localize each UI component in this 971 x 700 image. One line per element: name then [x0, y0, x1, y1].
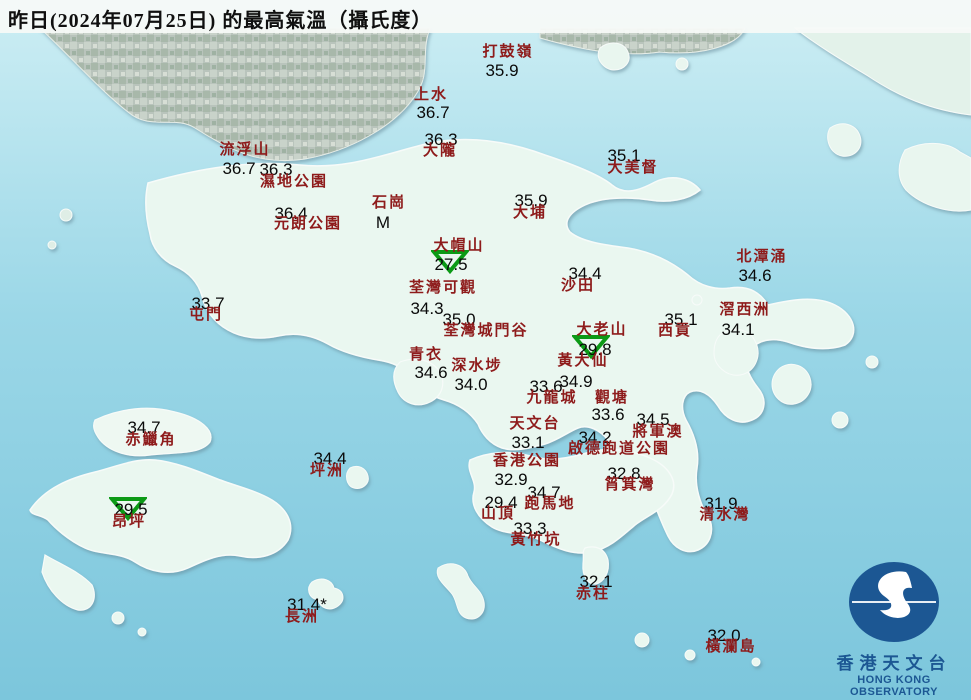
hko-logo: 香港天文台 HONG KONG OBSERVATORY	[819, 560, 969, 698]
station-label: 石崗	[372, 196, 406, 211]
station-value: 36.7	[222, 160, 255, 177]
station-label: 將軍澳	[632, 425, 683, 440]
station-label: 天文台	[509, 417, 560, 432]
station-label: 深水埗	[451, 359, 502, 374]
station-label: 黃竹坑	[510, 533, 561, 548]
station-label: 荃灣可觀	[409, 281, 477, 296]
station-label: 筲箕灣	[604, 478, 655, 493]
station-label: 大埔	[513, 206, 547, 221]
station-label: 九龍城	[526, 391, 577, 406]
station-value: 34.1	[721, 321, 754, 338]
station-label: 山頂	[481, 507, 515, 522]
station-label: 赤柱	[576, 587, 610, 602]
station-label: 滘西洲	[719, 303, 770, 318]
station-label: 大美督	[607, 161, 658, 176]
station-label: 跑馬地	[524, 497, 575, 512]
station-label: 大老山	[576, 323, 627, 338]
station-label: 西貢	[658, 324, 692, 339]
station-label: 長洲	[285, 610, 319, 625]
station-value: 34.6	[414, 364, 447, 381]
station-value: M	[376, 214, 390, 231]
station-label: 屯門	[189, 308, 223, 323]
station-value: 36.7	[416, 104, 449, 121]
station-label: 打鼓嶺	[482, 45, 533, 60]
station-value: 33.6	[591, 406, 624, 423]
station-value: 33.1	[511, 434, 544, 451]
station-label: 清水灣	[699, 508, 750, 523]
station-label: 流浮山	[219, 143, 270, 158]
hko-logo-icon	[846, 560, 942, 644]
station-value: 34.3	[410, 300, 443, 317]
station-label: 濕地公園	[260, 175, 328, 190]
station-label: 香港公園	[493, 454, 561, 469]
hko-logo-chinese: 香港天文台	[819, 649, 969, 674]
hko-temperature-map: 昨日(2024年07月25日) 的最高氣溫（攝氏度） 35.9打鼓嶺36.7上水…	[0, 0, 971, 700]
station-label: 大隴	[423, 144, 457, 159]
station-label: 啟德跑道公園	[568, 442, 670, 457]
station-label: 大帽山	[433, 239, 484, 254]
station-value: 34.6	[738, 267, 771, 284]
station-label: 橫瀾島	[705, 640, 756, 655]
station-value: 27.5	[434, 256, 467, 273]
station-value: 34.0	[454, 376, 487, 393]
hko-logo-english: HONG KONG OBSERVATORY	[819, 674, 969, 698]
station-value: 32.9	[494, 471, 527, 488]
station-label: 赤鱲角	[125, 433, 176, 448]
station-label: 坪洲	[310, 464, 344, 479]
station-label: 元朗公園	[274, 217, 342, 232]
station-label: 北潭涌	[736, 250, 787, 265]
station-label: 黃大仙	[557, 354, 608, 369]
station-value: 35.9	[485, 62, 518, 79]
station-label: 昂坪	[112, 515, 146, 530]
station-label: 沙田	[561, 279, 595, 294]
station-label: 荃灣城門谷	[443, 324, 528, 339]
station-label: 觀塘	[595, 391, 629, 406]
station-label: 青衣	[409, 348, 443, 363]
station-value: 34.9	[559, 373, 592, 390]
station-label: 上水	[414, 88, 448, 103]
